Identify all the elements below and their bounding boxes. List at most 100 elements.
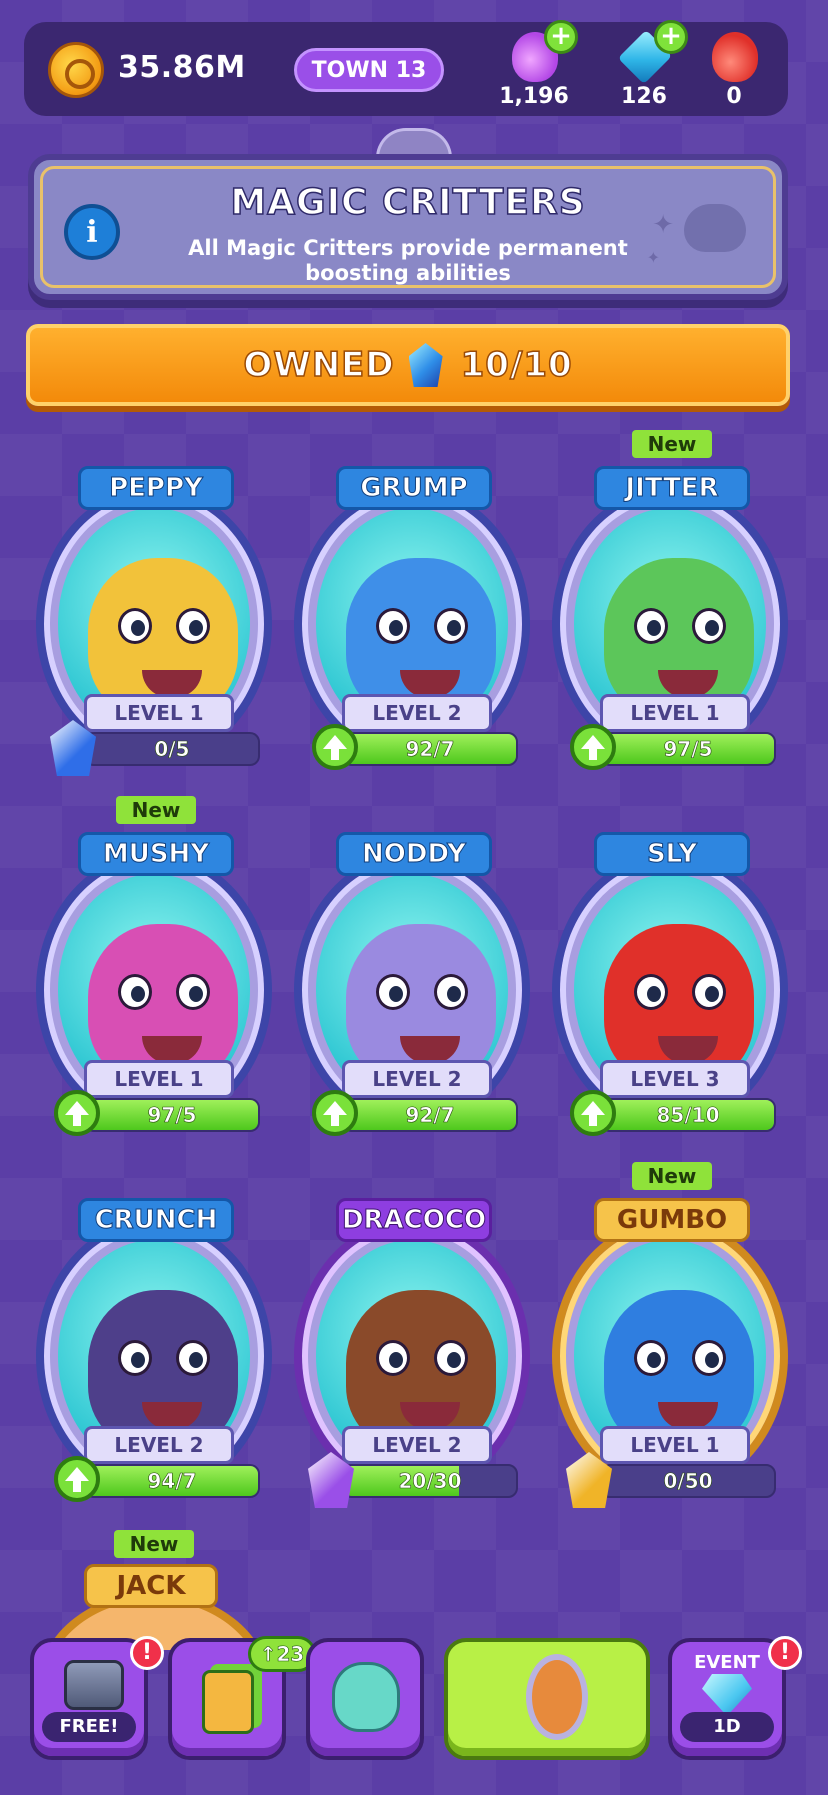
red-potion-resource[interactable]: 0: [694, 28, 774, 112]
coin-icon: [48, 42, 104, 98]
critter-eye: [176, 608, 210, 644]
event-timer: 1D: [680, 1712, 774, 1742]
critter-card-mushy[interactable]: MUSHY LEVEL 1 97/5 New: [30, 796, 278, 1152]
home-critter-icon: [526, 1654, 588, 1740]
critter-level: LEVEL 1: [600, 1426, 750, 1464]
critter-eye: [376, 1340, 410, 1376]
critter-progress-bar: 20/30: [342, 1464, 518, 1498]
critter-eye: [634, 974, 668, 1010]
cards-icon: [202, 1670, 254, 1734]
sparkle-icon: ✦: [646, 248, 660, 267]
new-badge: New: [116, 796, 196, 824]
progress-text: 85/10: [656, 1103, 720, 1128]
red-potion-value: 0: [726, 84, 742, 109]
critter-level: LEVEL 1: [600, 694, 750, 732]
critter-eye: [692, 1340, 726, 1376]
banner-description-text: All Magic Critters provide permanent boo…: [188, 236, 628, 285]
banner-description: All Magic Critters provide permanent boo…: [34, 236, 782, 286]
critter-name: PEPPY: [78, 466, 234, 510]
critter-eye: [434, 974, 468, 1010]
critter-card-crunch[interactable]: CRUNCH LEVEL 2 94/7: [30, 1198, 278, 1518]
critter-eye: [176, 974, 210, 1010]
progress-text: 97/5: [663, 737, 713, 762]
critter-name: CRUNCH: [78, 1198, 234, 1242]
critter-card-sly[interactable]: SLY LEVEL 3 85/10: [546, 832, 794, 1152]
critter-level: LEVEL 1: [84, 694, 234, 732]
nav-home-button[interactable]: [444, 1638, 650, 1760]
progress-text: 97/5: [147, 1103, 197, 1128]
progress-text: 0/50: [663, 1469, 713, 1494]
critter-eye: [376, 608, 410, 644]
critter-progress-bar: 92/7: [342, 732, 518, 766]
coins-value: 35.86M: [118, 50, 246, 85]
critter-eye: [434, 1340, 468, 1376]
progress-text: 94/7: [147, 1469, 197, 1494]
critter-eye: [692, 974, 726, 1010]
critter-name: SLY: [594, 832, 750, 876]
add-purple-potion-icon[interactable]: +: [544, 20, 578, 54]
progress-text: 20/30: [398, 1469, 462, 1494]
critter-progress-bar: 97/5: [600, 732, 776, 766]
nav-critters-button[interactable]: [306, 1638, 424, 1760]
critter-name: JACK: [84, 1564, 218, 1608]
critter-name: NODDY: [336, 832, 492, 876]
chest-icon: [64, 1660, 124, 1710]
critter-level: LEVEL 3: [600, 1060, 750, 1098]
sparkle-icon: ✦: [652, 210, 674, 240]
add-gems-icon[interactable]: +: [654, 20, 688, 54]
upgrade-arrow-icon[interactable]: [312, 724, 358, 770]
progress-text: 92/7: [405, 1103, 455, 1128]
nav-cards-button[interactable]: ↑23: [168, 1636, 316, 1760]
critter-eye: [692, 608, 726, 644]
upgrade-arrow-icon[interactable]: [570, 1090, 616, 1136]
critter-eye: [434, 608, 468, 644]
purple-potion-value: 1,196: [499, 84, 569, 109]
new-badge: New: [632, 1162, 712, 1190]
critter-eye: [634, 1340, 668, 1376]
critter-name: DRACOCO: [336, 1198, 492, 1242]
upgrade-arrow-icon[interactable]: [54, 1090, 100, 1136]
critter-name: GUMBO: [594, 1198, 750, 1242]
nav-shop-button[interactable]: FREE! !: [30, 1636, 164, 1760]
purple-potion-resource[interactable]: + 1,196: [494, 20, 578, 112]
critter-progress-bar: 94/7: [84, 1464, 260, 1498]
critter-card-noddy[interactable]: NODDY LEVEL 2 92/7: [288, 832, 536, 1152]
critter-card-dracoco[interactable]: DRACOCO LEVEL 2 20/30: [288, 1198, 536, 1518]
critter-level: LEVEL 2: [342, 1426, 492, 1464]
event-title: EVENT: [694, 1652, 760, 1673]
alert-badge: !: [768, 1636, 802, 1670]
gems-value: 126: [621, 84, 667, 109]
upgrade-arrow-icon[interactable]: [312, 1090, 358, 1136]
upgrade-arrow-icon[interactable]: [54, 1456, 100, 1502]
bottom-navigation: FREE! ! ↑23 EVENT 1D !: [0, 1620, 828, 1795]
critter-level: LEVEL 1: [84, 1060, 234, 1098]
critter-level: LEVEL 2: [342, 694, 492, 732]
shop-label: FREE!: [42, 1712, 136, 1742]
owned-count: 10/10: [460, 344, 573, 386]
critter-eye: [118, 1340, 152, 1376]
critter-silhouette-icon: [684, 204, 746, 252]
critter-progress-bar: 97/5: [84, 1098, 260, 1132]
owned-counter: OWNED 10/10: [26, 324, 790, 406]
red-potion-icon: [712, 32, 758, 82]
alert-badge: !: [130, 1636, 164, 1670]
critter-card-jitter[interactable]: JITTER LEVEL 1 97/5 New: [546, 430, 794, 786]
critter-name: GRUMP: [336, 466, 492, 510]
critter-card-grump[interactable]: GRUMP LEVEL 2 92/7: [288, 466, 536, 786]
critter-progress-bar: 0/50: [600, 1464, 776, 1498]
info-banner: i MAGIC CRITTERS All Magic Critters prov…: [28, 154, 788, 300]
upgrade-arrow-icon[interactable]: [570, 724, 616, 770]
critter-card-gumbo[interactable]: GUMBO LEVEL 1 0/50 New: [546, 1162, 794, 1518]
critter-icon: [332, 1662, 400, 1732]
critter-level: LEVEL 2: [342, 1060, 492, 1098]
critter-progress-bar: 92/7: [342, 1098, 518, 1132]
critter-eye: [118, 974, 152, 1010]
gem-resource[interactable]: + 126: [604, 20, 688, 112]
critter-eye: [376, 974, 410, 1010]
critter-card-peppy[interactable]: PEPPY LEVEL 1 0/5: [30, 466, 278, 786]
nav-event-button[interactable]: EVENT 1D !: [668, 1636, 802, 1760]
critter-level: LEVEL 2: [84, 1426, 234, 1464]
town-badge[interactable]: TOWN 13: [294, 48, 444, 92]
event-gem-icon: [702, 1674, 752, 1716]
owned-label: OWNED: [243, 344, 395, 386]
